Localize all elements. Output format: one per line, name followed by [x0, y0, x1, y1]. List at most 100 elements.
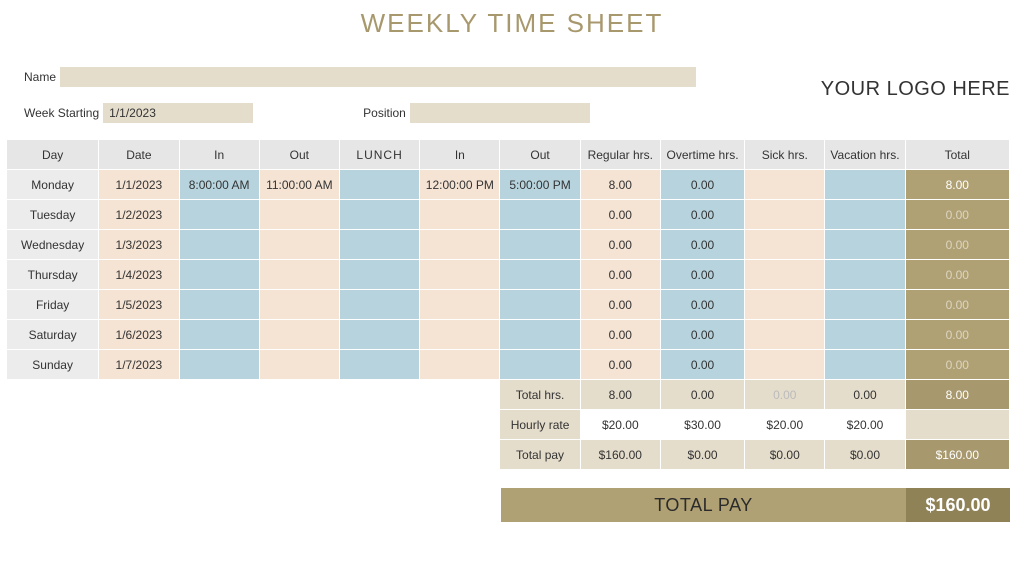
cell-ot: 0.00: [660, 170, 744, 200]
hdr-sick: Sick hrs.: [745, 140, 825, 170]
cell-vac[interactable]: [825, 260, 905, 290]
hourly-rate-total: [905, 410, 1009, 440]
cell-reg: 0.00: [580, 230, 660, 260]
cell-lunch: [339, 350, 419, 380]
timesheet-table: Day Date In Out LUNCH In Out Regular hrs…: [6, 139, 1010, 470]
cell-sick[interactable]: [745, 170, 825, 200]
cell-in1[interactable]: 8:00:00 AM: [179, 170, 259, 200]
week-starting-field[interactable]: 1/1/2023: [103, 103, 253, 123]
cell-lunch: [339, 170, 419, 200]
cell-ot: 0.00: [660, 260, 744, 290]
cell-sick[interactable]: [745, 260, 825, 290]
grand-total-label: TOTAL PAY: [501, 488, 906, 522]
cell-ot: 0.00: [660, 290, 744, 320]
cell-sick[interactable]: [745, 230, 825, 260]
hdr-date: Date: [99, 140, 179, 170]
hdr-in1: In: [179, 140, 259, 170]
hourly-rate-row: Hourly rate $20.00 $30.00 $20.00 $20.00: [7, 410, 1010, 440]
table-row: Sunday1/7/20230.000.000.00: [7, 350, 1010, 380]
cell-total: 0.00: [905, 200, 1009, 230]
hourly-rate-ot[interactable]: $30.00: [660, 410, 744, 440]
table-row: Friday1/5/20230.000.000.00: [7, 290, 1010, 320]
cell-sick[interactable]: [745, 320, 825, 350]
cell-in1[interactable]: [179, 350, 259, 380]
table-row: Tuesday1/2/20230.000.000.00: [7, 200, 1010, 230]
cell-vac[interactable]: [825, 350, 905, 380]
cell-out2[interactable]: [500, 350, 580, 380]
cell-in1[interactable]: [179, 320, 259, 350]
cell-out2[interactable]: [500, 200, 580, 230]
cell-in2[interactable]: [420, 320, 500, 350]
cell-date[interactable]: 1/7/2023: [99, 350, 179, 380]
hourly-rate-vac[interactable]: $20.00: [825, 410, 905, 440]
cell-in1[interactable]: [179, 260, 259, 290]
cell-out1[interactable]: [259, 230, 339, 260]
cell-ot: 0.00: [660, 350, 744, 380]
cell-in2[interactable]: [420, 350, 500, 380]
cell-date[interactable]: 1/2/2023: [99, 200, 179, 230]
cell-in2[interactable]: [420, 290, 500, 320]
cell-out1[interactable]: [259, 290, 339, 320]
cell-reg: 0.00: [580, 350, 660, 380]
position-field[interactable]: [410, 103, 590, 123]
cell-total: 0.00: [905, 320, 1009, 350]
cell-ot: 0.00: [660, 320, 744, 350]
cell-lunch: [339, 230, 419, 260]
total-hrs-vac: 0.00: [825, 380, 905, 410]
cell-lunch: [339, 320, 419, 350]
cell-vac[interactable]: [825, 290, 905, 320]
cell-lunch: [339, 260, 419, 290]
cell-in2[interactable]: [420, 230, 500, 260]
hourly-rate-sick[interactable]: $20.00: [745, 410, 825, 440]
cell-out2[interactable]: [500, 230, 580, 260]
cell-in1[interactable]: [179, 290, 259, 320]
cell-date[interactable]: 1/3/2023: [99, 230, 179, 260]
cell-vac[interactable]: [825, 170, 905, 200]
cell-out1[interactable]: [259, 260, 339, 290]
cell-sick[interactable]: [745, 290, 825, 320]
cell-out2[interactable]: 5:00:00 PM: [500, 170, 580, 200]
table-row: Monday1/1/20238:00:00 AM11:00:00 AM12:00…: [7, 170, 1010, 200]
cell-total: 0.00: [905, 290, 1009, 320]
cell-out2[interactable]: [500, 320, 580, 350]
cell-out1[interactable]: [259, 200, 339, 230]
cell-date[interactable]: 1/5/2023: [99, 290, 179, 320]
hourly-rate-reg[interactable]: $20.00: [580, 410, 660, 440]
cell-date[interactable]: 1/4/2023: [99, 260, 179, 290]
cell-sick[interactable]: [745, 200, 825, 230]
cell-out2[interactable]: [500, 260, 580, 290]
cell-day: Friday: [7, 290, 99, 320]
cell-lunch: [339, 290, 419, 320]
cell-date[interactable]: 1/1/2023: [99, 170, 179, 200]
cell-date[interactable]: 1/6/2023: [99, 320, 179, 350]
cell-vac[interactable]: [825, 320, 905, 350]
cell-in1[interactable]: [179, 230, 259, 260]
total-pay-reg: $160.00: [580, 440, 660, 470]
cell-out1[interactable]: 11:00:00 AM: [259, 170, 339, 200]
cell-in2[interactable]: 12:00:00 PM: [420, 170, 500, 200]
hdr-lunch: LUNCH: [339, 140, 419, 170]
name-field[interactable]: [60, 67, 696, 87]
cell-out1[interactable]: [259, 320, 339, 350]
hdr-reg: Regular hrs.: [580, 140, 660, 170]
cell-reg: 8.00: [580, 170, 660, 200]
total-pay-total: $160.00: [905, 440, 1009, 470]
cell-out2[interactable]: [500, 290, 580, 320]
cell-in2[interactable]: [420, 200, 500, 230]
cell-vac[interactable]: [825, 230, 905, 260]
cell-ot: 0.00: [660, 230, 744, 260]
cell-in1[interactable]: [179, 200, 259, 230]
cell-vac[interactable]: [825, 200, 905, 230]
cell-out1[interactable]: [259, 350, 339, 380]
hdr-day: Day: [7, 140, 99, 170]
logo-placeholder: YOUR LOGO HERE: [821, 78, 1010, 101]
total-pay-sick: $0.00: [745, 440, 825, 470]
hourly-rate-label: Hourly rate: [500, 410, 580, 440]
cell-lunch: [339, 200, 419, 230]
cell-in2[interactable]: [420, 260, 500, 290]
total-pay-vac: $0.00: [825, 440, 905, 470]
total-hrs-label: Total hrs.: [500, 380, 580, 410]
cell-sick[interactable]: [745, 350, 825, 380]
table-row: Saturday1/6/20230.000.000.00: [7, 320, 1010, 350]
week-starting-label: Week Starting: [24, 106, 99, 120]
